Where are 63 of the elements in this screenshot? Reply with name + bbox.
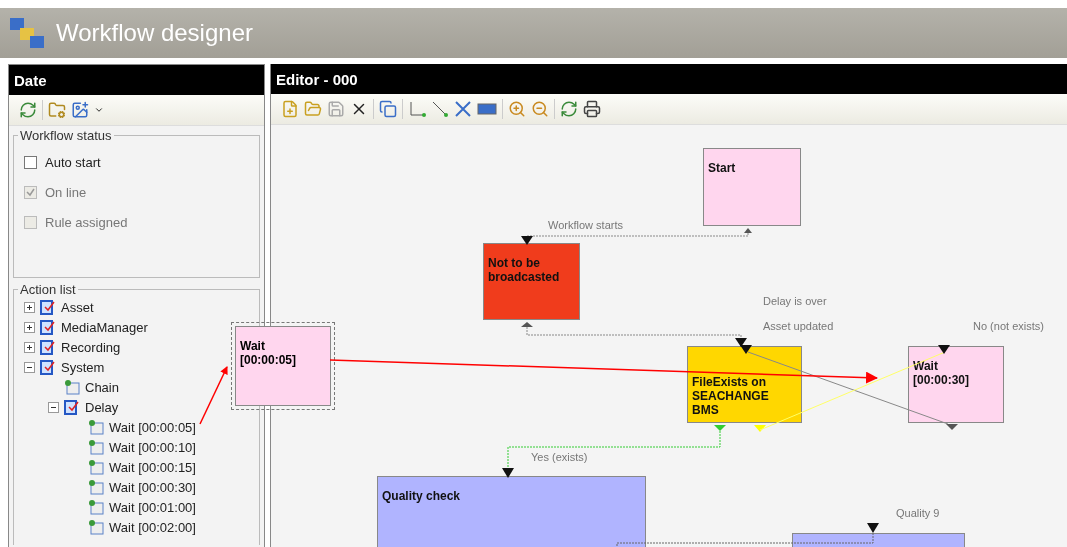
action-icon: [63, 378, 81, 396]
action-icon: [87, 478, 105, 496]
folder-settings-icon[interactable]: [48, 101, 66, 119]
workflow-node[interactable]: Wait [00:00:30]: [908, 346, 1004, 423]
tree-item[interactable]: Wait [00:02:00]: [109, 519, 196, 535]
tree-item[interactable]: Recording: [61, 339, 121, 355]
tree-item[interactable]: Asset: [61, 299, 94, 315]
expand-icon[interactable]: [24, 341, 35, 353]
action-icon: [87, 458, 105, 476]
app-logo-icon: [8, 16, 46, 50]
connector-label: Workflow starts: [548, 219, 623, 231]
copy-icon[interactable]: [379, 100, 397, 118]
action-icon: [87, 498, 105, 516]
refresh-icon[interactable]: [560, 100, 578, 118]
connector-label: No (not exists): [973, 320, 1044, 332]
delete-connector-icon[interactable]: [454, 100, 472, 118]
rectangle-icon[interactable]: [477, 102, 497, 116]
workflow-node: Wait [00:00:05]: [235, 326, 331, 406]
collapse-icon[interactable]: [24, 361, 35, 373]
workflow-node[interactable]: Start: [703, 148, 801, 226]
elbow-connector-icon[interactable]: [408, 100, 426, 118]
tree-item[interactable]: Wait [00:00:15]: [109, 459, 196, 475]
expand-icon[interactable]: [24, 321, 35, 333]
panel-title: Date: [9, 65, 264, 95]
folder-action-icon: [39, 358, 57, 376]
tree-item[interactable]: Chain: [85, 379, 119, 395]
connector-label: Asset updated: [763, 320, 834, 332]
action-icon: [87, 418, 105, 436]
connector-label: Quality 9: [896, 507, 940, 519]
action-icon: [87, 438, 105, 456]
pointer-arrow: [199, 366, 228, 425]
tree-item[interactable]: Wait [00:00:05]: [109, 419, 196, 435]
workflow-node[interactable]: FileExists on SEACHANGE BMS: [687, 346, 802, 423]
connector-label: Yes (exists): [531, 451, 588, 463]
workflow-node[interactable]: Not to be broadcasted: [483, 243, 580, 320]
folder-action-icon: [39, 318, 57, 336]
tree-item[interactable]: Delay: [85, 399, 119, 415]
folder-action-icon: [39, 298, 57, 316]
collapse-icon[interactable]: [48, 401, 59, 413]
zoom-in-icon[interactable]: [508, 100, 526, 118]
editor-title: Editor - 000: [271, 64, 1067, 94]
group-title: Action list: [19, 282, 77, 297]
folder-action-icon: [39, 338, 57, 356]
action-icon: [87, 518, 105, 536]
folder-action-icon: [63, 398, 81, 416]
workflow-node[interactable]: Quality check: [377, 476, 646, 547]
add-image-icon[interactable]: [71, 101, 89, 119]
tree-item[interactable]: Wait [00:00:30]: [109, 479, 196, 495]
window-title: Workflow designer: [56, 19, 253, 47]
checkmark-icon: [26, 187, 35, 197]
group-title: Workflow status: [19, 128, 113, 143]
tree-item[interactable]: MediaManager: [61, 319, 148, 335]
tree-item[interactable]: Wait [00:01:00]: [109, 499, 196, 515]
caret-icon[interactable]: [94, 105, 104, 115]
tree-item[interactable]: System: [61, 359, 105, 375]
connector-label: Delay is over: [763, 295, 827, 307]
zoom-out-icon[interactable]: [531, 100, 549, 118]
checkbox[interactable]: Auto start: [24, 147, 249, 177]
expand-icon[interactable]: [24, 301, 35, 313]
printer-icon[interactable]: [583, 100, 601, 118]
refresh-icon[interactable]: [19, 101, 37, 119]
tree-item[interactable]: Wait [00:00:10]: [109, 439, 196, 455]
line-connector-icon[interactable]: [431, 100, 449, 118]
